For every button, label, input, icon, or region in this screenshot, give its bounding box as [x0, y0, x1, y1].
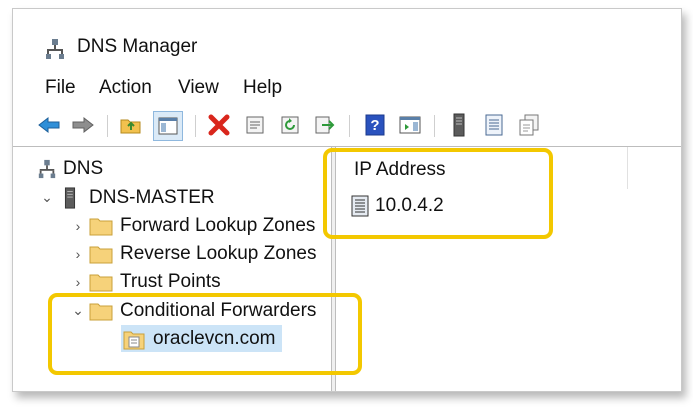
action-pane-icon[interactable] [396, 111, 424, 139]
toolbar-separator [107, 115, 108, 137]
folder-icon [88, 271, 114, 293]
column-header-label: IP Address [354, 159, 446, 180]
tree-node-conditional-forwarders[interactable]: ⌄ Conditional Forwarders [68, 297, 316, 324]
ip-entry-icon [349, 195, 371, 217]
tree-label: oraclevcn.com [153, 327, 276, 349]
toolbar: ? [13, 107, 681, 145]
delete-icon[interactable] [205, 111, 233, 139]
properties-icon[interactable] [241, 111, 269, 139]
server-icon[interactable] [445, 111, 473, 139]
tree-label: Trust Points [120, 270, 221, 292]
help-icon[interactable]: ? [361, 111, 389, 139]
title-bar: DNS Manager [13, 9, 681, 81]
tree-node-dns-root[interactable]: DNS [37, 155, 103, 182]
window-title: DNS Manager [77, 36, 198, 57]
menu-view[interactable]: View [178, 77, 219, 99]
copy-icon[interactable] [515, 111, 543, 139]
chevron-right-icon[interactable]: › [68, 218, 88, 234]
folder-icon [88, 215, 114, 237]
list-row[interactable]: 10.0.4.2 [349, 193, 444, 219]
folder-icon [88, 243, 114, 265]
svg-text:?: ? [370, 117, 379, 134]
tree-label: Forward Lookup Zones [120, 214, 316, 236]
tree-node-reverse-lookup-zones[interactable]: › Reverse Lookup Zones [68, 240, 317, 267]
menu-help[interactable]: Help [243, 77, 282, 99]
tree-label: Conditional Forwarders [120, 299, 317, 321]
refresh-icon[interactable] [276, 111, 304, 139]
chevron-down-icon[interactable]: ⌄ [68, 302, 88, 319]
tree-node-server[interactable]: ⌄ DNS-MASTER [37, 184, 215, 211]
menu-bar: File Action View Help [13, 77, 681, 105]
list-view-icon[interactable] [480, 111, 508, 139]
toolbar-separator [434, 115, 435, 137]
folder-icon [88, 300, 114, 322]
details-pane: IP Address 10.0.4.2 [337, 147, 681, 391]
tree-label: DNS-MASTER [89, 186, 215, 208]
chevron-down-icon[interactable]: ⌄ [37, 189, 57, 206]
content-panes: DNS ⌄ DNS-MASTER › Forward Lookup Zones … [13, 146, 681, 391]
export-icon[interactable] [311, 111, 339, 139]
forwarder-zone-icon [121, 328, 147, 350]
ip-address-value: 10.0.4.2 [375, 195, 444, 216]
tree-label: Reverse Lookup Zones [120, 242, 317, 264]
toolbar-separator [349, 115, 350, 137]
menu-file[interactable]: File [45, 77, 76, 99]
column-header-ip-address[interactable]: IP Address [337, 147, 628, 189]
tree-node-forward-lookup-zones[interactable]: › Forward Lookup Zones [68, 212, 316, 239]
menu-action[interactable]: Action [99, 77, 152, 99]
server-icon [57, 186, 83, 209]
show-hide-tree-icon[interactable] [153, 111, 183, 141]
console-tree: DNS ⌄ DNS-MASTER › Forward Lookup Zones … [13, 147, 332, 391]
toolbar-separator [195, 115, 196, 137]
pane-splitter[interactable] [332, 147, 336, 391]
dns-app-icon [46, 38, 64, 60]
forward-icon[interactable] [69, 111, 97, 139]
chevron-right-icon[interactable]: › [68, 274, 88, 290]
tree-node-oraclevcn[interactable]: oraclevcn.com [121, 325, 282, 352]
dns-manager-window: DNS Manager File Action View Help ? DNS … [12, 8, 682, 392]
chevron-right-icon[interactable]: › [68, 246, 88, 262]
up-folder-icon[interactable] [117, 111, 145, 139]
tree-label: DNS [63, 157, 104, 179]
tree-node-trust-points[interactable]: › Trust Points [68, 268, 221, 295]
back-icon[interactable] [35, 111, 63, 139]
dns-icon [37, 158, 57, 180]
